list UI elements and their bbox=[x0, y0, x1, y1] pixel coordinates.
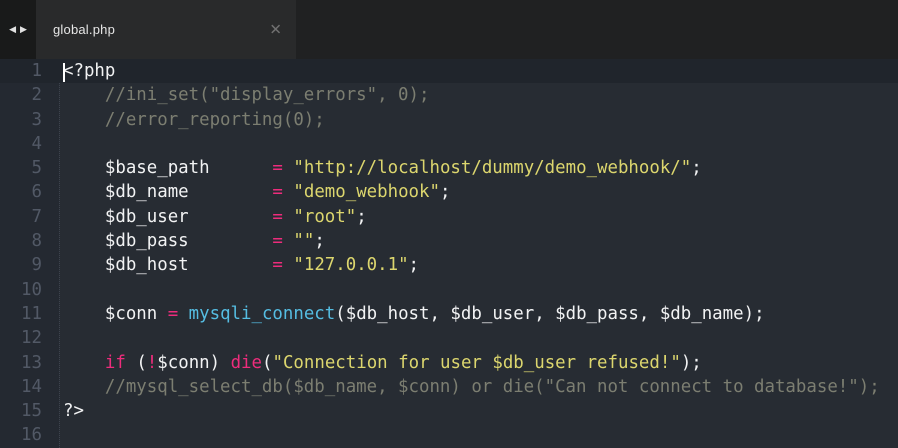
token-plain bbox=[283, 158, 293, 178]
token-keyword: ! bbox=[147, 353, 157, 373]
code-text: //mysql_select_db($db_name, $conn) or di… bbox=[63, 375, 880, 399]
line-number[interactable]: 6 bbox=[0, 180, 42, 204]
code-text: ?> bbox=[63, 399, 84, 423]
token-keyword: = bbox=[272, 182, 282, 202]
token-keyword: = bbox=[272, 255, 282, 275]
token-plain: ( bbox=[126, 353, 147, 373]
code-line[interactable]: 11 $conn = mysqli_connect($db_host, $db_… bbox=[0, 302, 898, 326]
code-line[interactable]: 10 bbox=[0, 278, 898, 302]
code-text: <?php bbox=[63, 59, 115, 83]
line-number[interactable]: 14 bbox=[0, 375, 42, 399]
tab-global-php[interactable]: global.php ✕ bbox=[36, 0, 296, 59]
line-number[interactable]: 4 bbox=[0, 132, 42, 156]
token-plain bbox=[283, 207, 293, 227]
tab-close-icon[interactable]: ✕ bbox=[269, 22, 282, 37]
token-plain bbox=[283, 255, 293, 275]
code-text: if (!$conn) die("Connection for user $db… bbox=[63, 351, 702, 375]
line-number[interactable]: 15 bbox=[0, 399, 42, 423]
code-line[interactable]: 12 bbox=[0, 326, 898, 350]
token-string: "127.0.0.1" bbox=[293, 255, 408, 275]
token-string: "" bbox=[293, 231, 314, 251]
code-text: $db_host = "127.0.0.1"; bbox=[63, 253, 419, 277]
code-text: $base_path = "http://localhost/dummy/dem… bbox=[63, 156, 702, 180]
token-plain bbox=[283, 182, 293, 202]
code-line[interactable]: 13 if (!$conn) die("Connection for user … bbox=[0, 351, 898, 375]
token-comment: //mysql_select_db($db_name, $conn) or di… bbox=[63, 377, 880, 397]
token-plain: ; bbox=[314, 231, 324, 251]
token-string: "http://localhost/dummy/demo_webhook/" bbox=[293, 158, 691, 178]
code-text: $db_pass = ""; bbox=[63, 229, 325, 253]
tab-bar: ◀ ▶ global.php ✕ bbox=[0, 0, 898, 59]
code-lines: 1<?php2 //ini_set("display_errors", 0);3… bbox=[0, 59, 898, 448]
line-number[interactable]: 2 bbox=[0, 83, 42, 107]
text-cursor bbox=[63, 63, 65, 82]
code-line[interactable]: 3 //error_reporting(0); bbox=[0, 108, 898, 132]
line-number[interactable]: 3 bbox=[0, 108, 42, 132]
token-keyword: die bbox=[231, 353, 262, 373]
token-plain: ?> bbox=[63, 401, 84, 421]
line-number[interactable]: 12 bbox=[0, 326, 42, 350]
code-line[interactable]: 14 //mysql_select_db($db_name, $conn) or… bbox=[0, 375, 898, 399]
token-plain: ; bbox=[356, 207, 366, 227]
code-text: //error_reporting(0); bbox=[63, 108, 325, 132]
tab-nav-controls: ◀ ▶ bbox=[0, 0, 36, 59]
tab-label: global.php bbox=[53, 22, 115, 37]
line-number[interactable]: 13 bbox=[0, 351, 42, 375]
token-string: "Connection for user $db_user refused!" bbox=[272, 353, 680, 373]
token-plain: ($db_host, $db_user, $db_pass, $db_name)… bbox=[335, 304, 764, 324]
token-comment: //error_reporting(0); bbox=[63, 110, 325, 130]
token-plain: $conn) bbox=[157, 353, 230, 373]
token-plain bbox=[178, 304, 188, 324]
token-keyword: = bbox=[272, 207, 282, 227]
nav-back-icon[interactable]: ◀ bbox=[9, 25, 16, 34]
token-plain: ( bbox=[262, 353, 272, 373]
line-number[interactable]: 8 bbox=[0, 229, 42, 253]
token-comment: //ini_set("display_errors", 0); bbox=[63, 85, 429, 105]
code-line[interactable]: 6 $db_name = "demo_webhook"; bbox=[0, 180, 898, 204]
token-plain: ; bbox=[691, 158, 701, 178]
token-keyword: = bbox=[272, 158, 282, 178]
token-plain: ; bbox=[409, 255, 419, 275]
token-function: mysqli_connect bbox=[189, 304, 336, 324]
code-line[interactable]: 5 $base_path = "http://localhost/dummy/d… bbox=[0, 156, 898, 180]
code-text: $db_name = "demo_webhook"; bbox=[63, 180, 450, 204]
code-line[interactable]: 4 bbox=[0, 132, 898, 156]
token-plain: $db_user bbox=[63, 207, 272, 227]
token-keyword: if bbox=[105, 353, 126, 373]
line-number[interactable]: 11 bbox=[0, 302, 42, 326]
token-plain: $base_path bbox=[63, 158, 272, 178]
code-editor[interactable]: 1<?php2 //ini_set("display_errors", 0);3… bbox=[0, 59, 898, 448]
token-keyword: = bbox=[168, 304, 178, 324]
token-string: "demo_webhook" bbox=[293, 182, 440, 202]
code-line[interactable]: 9 $db_host = "127.0.0.1"; bbox=[0, 253, 898, 277]
line-number[interactable]: 16 bbox=[0, 423, 42, 447]
token-plain: $db_host bbox=[63, 255, 272, 275]
token-plain bbox=[283, 231, 293, 251]
token-keyword: = bbox=[272, 231, 282, 251]
code-text: //ini_set("display_errors", 0); bbox=[63, 83, 429, 107]
code-line[interactable]: 2 //ini_set("display_errors", 0); bbox=[0, 83, 898, 107]
token-plain: ); bbox=[681, 353, 702, 373]
code-line[interactable]: 8 $db_pass = ""; bbox=[0, 229, 898, 253]
line-number[interactable]: 9 bbox=[0, 253, 42, 277]
token-plain: <?php bbox=[63, 61, 115, 81]
token-plain bbox=[63, 353, 105, 373]
line-number[interactable]: 5 bbox=[0, 156, 42, 180]
token-plain: ; bbox=[440, 182, 450, 202]
line-number[interactable]: 10 bbox=[0, 278, 42, 302]
nav-forward-icon[interactable]: ▶ bbox=[20, 25, 27, 34]
token-plain: $conn bbox=[63, 304, 168, 324]
code-text: $conn = mysqli_connect($db_host, $db_use… bbox=[63, 302, 765, 326]
code-line[interactable]: 16 bbox=[0, 423, 898, 447]
code-line[interactable]: 1 <?php bbox=[0, 59, 898, 83]
line-number[interactable]: 1 bbox=[0, 59, 42, 83]
token-string: "root" bbox=[293, 207, 356, 227]
line-number[interactable]: 7 bbox=[0, 205, 42, 229]
code-text: $db_user = "root"; bbox=[63, 205, 367, 229]
token-plain: $db_name bbox=[63, 182, 272, 202]
code-line[interactable]: 15 ?> bbox=[0, 399, 898, 423]
code-line[interactable]: 7 $db_user = "root"; bbox=[0, 205, 898, 229]
token-plain: $db_pass bbox=[63, 231, 272, 251]
